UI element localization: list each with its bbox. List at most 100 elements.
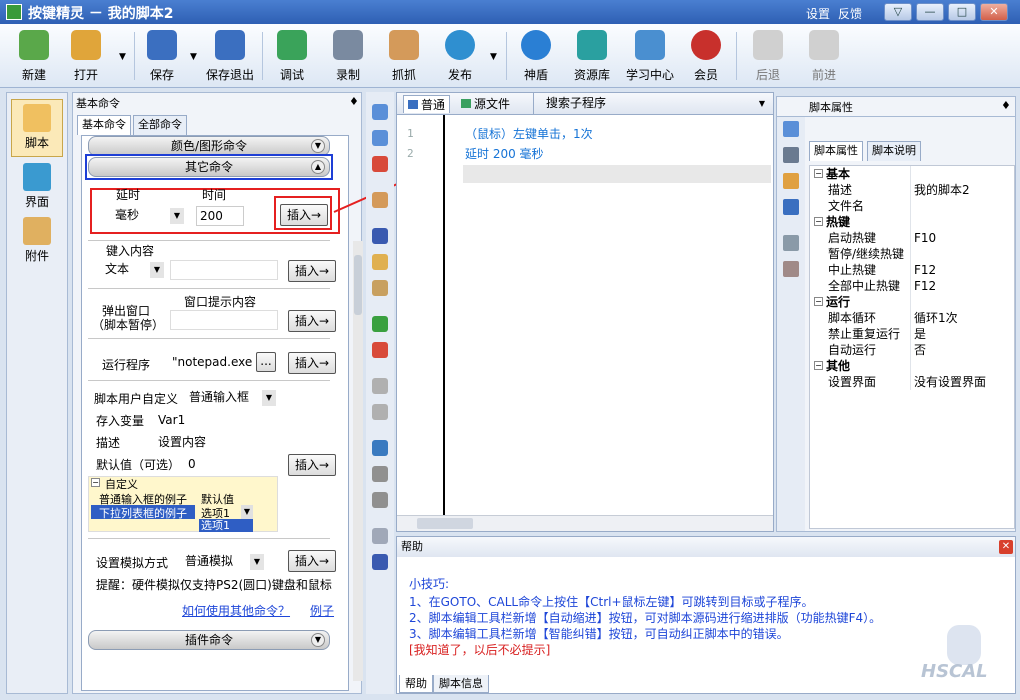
paste-icon[interactable] <box>372 280 388 296</box>
props-doc-icon[interactable] <box>783 121 799 137</box>
store-var-input[interactable]: Var1 <box>154 410 274 430</box>
toolbar-back-button[interactable]: 后退 <box>744 30 792 84</box>
group-plugin-commands[interactable]: 插件命令 ▼ <box>88 630 330 650</box>
prop-row[interactable]: 设置界面 没有设置界面 <box>810 374 1014 390</box>
tab-normal[interactable]: 普通 <box>403 95 451 113</box>
toolbar-open-button[interactable]: 打开 <box>62 30 110 84</box>
collapse-tree-icon[interactable]: − <box>814 217 823 226</box>
prop-category[interactable]: − 热键 <box>810 214 1014 230</box>
toolbar-save-exit-button[interactable]: 保存退出 <box>204 30 256 84</box>
pin-icon[interactable]: ♦ <box>349 95 359 108</box>
tab-script-desc[interactable]: 脚本说明 <box>867 141 921 161</box>
save-dropdown-icon[interactable]: ▼ <box>190 52 197 62</box>
comment-icon[interactable] <box>372 316 388 332</box>
redo-icon[interactable] <box>372 404 388 420</box>
replace-icon[interactable] <box>372 492 388 508</box>
scrollbar-thumb[interactable] <box>417 518 473 529</box>
command-panel-scrollbar[interactable] <box>353 241 363 681</box>
settings-link[interactable]: 设置 <box>806 5 830 22</box>
maximize-button[interactable]: □ <box>948 3 976 21</box>
collapse-tree-icon[interactable]: − <box>814 361 823 370</box>
scrollbar-thumb[interactable] <box>354 255 362 315</box>
prop-row[interactable]: 暂停/继续热键 <box>810 246 1014 262</box>
prop-row[interactable]: 自动运行否 <box>810 342 1014 358</box>
tab-source[interactable]: 源文件 <box>457 95 514 113</box>
feedback-link[interactable]: 反馈 <box>838 5 862 22</box>
tab-script-props[interactable]: 脚本属性 <box>809 141 863 161</box>
prop-category[interactable]: − 其他 <box>810 358 1014 374</box>
tab-script-info[interactable]: 脚本信息 <box>433 675 489 693</box>
run-program-insert-button[interactable]: 插入→ <box>288 352 336 374</box>
popup-insert-button[interactable]: 插入→ <box>288 310 336 332</box>
code-line[interactable]: 延时 200 毫秒 <box>465 145 544 162</box>
toolbar-grab-button[interactable]: 抓抓 <box>380 30 428 84</box>
desc-input[interactable]: 设置内容 <box>154 432 274 452</box>
view-icon[interactable] <box>372 554 388 570</box>
prop-row[interactable]: 启动热键 F10 <box>810 230 1014 246</box>
tab-basic-commands[interactable]: 基本命令 <box>77 115 131 135</box>
chevron-down-icon[interactable]: ▼ <box>241 505 253 519</box>
browse-button[interactable]: ... <box>256 352 276 372</box>
sim-select[interactable]: 普通模拟 ▼ <box>182 552 264 572</box>
props-bookmark-icon[interactable] <box>783 199 799 215</box>
copy-icon[interactable] <box>372 254 388 270</box>
prop-category[interactable]: − 运行 <box>810 294 1014 310</box>
toolbar-forward-button[interactable]: 前进 <box>800 30 848 84</box>
group-color-graphic[interactable]: 颜色/图形命令 ▼ <box>88 136 330 156</box>
key-input-insert-button[interactable]: 插入→ <box>288 260 336 282</box>
uncomment-icon[interactable] <box>372 342 388 358</box>
grab-hand-icon[interactable] <box>372 192 388 208</box>
collapse-tree-icon[interactable]: − <box>814 297 823 306</box>
code-line[interactable]: （鼠标）左键单击，1次 <box>465 125 593 142</box>
prop-row[interactable]: 描述 我的脚本2 <box>810 182 1014 198</box>
help-dismiss-link[interactable]: [我知道了，以后不必提示] <box>409 641 550 658</box>
toolbar-resource-library-button[interactable]: 资源库 <box>568 30 616 84</box>
toolbar-shield-button[interactable]: 神盾 <box>512 30 560 84</box>
collapse-tree-icon[interactable]: − <box>814 169 823 178</box>
tab-all-commands[interactable]: 全部命令 <box>133 115 187 135</box>
minimize-button[interactable]: — <box>916 3 944 21</box>
cut-icon[interactable] <box>372 228 388 244</box>
format-icon[interactable] <box>372 528 388 544</box>
props-remove-tool-icon[interactable] <box>783 261 799 277</box>
popup-content-input[interactable] <box>170 310 278 330</box>
toolbar-record-button[interactable]: 录制 <box>324 30 372 84</box>
group-other-commands[interactable]: 其它命令 ▲ <box>88 157 330 177</box>
delay-unit-select[interactable]: 毫秒 ▼ <box>112 206 184 226</box>
toolbar-new-button[interactable]: 新建 <box>10 30 58 84</box>
find-icon[interactable] <box>372 466 388 482</box>
props-save-icon[interactable] <box>783 147 799 163</box>
publish-dropdown-icon[interactable]: ▼ <box>490 52 497 62</box>
prop-category[interactable]: − 基本 <box>810 166 1014 182</box>
move-down-icon[interactable] <box>372 104 388 120</box>
sidebar-item-script[interactable]: 脚本 <box>11 99 63 157</box>
run-program-input[interactable]: "notepad.exe" <box>168 352 254 372</box>
toolbar-learning-center-button[interactable]: 学习中心 <box>624 30 676 84</box>
goto-icon[interactable] <box>372 440 388 456</box>
help-close-icon[interactable]: ✕ <box>999 540 1013 554</box>
prop-row[interactable]: 禁止重复运行是 <box>810 326 1014 342</box>
key-input-type-select[interactable]: 文本 ▼ <box>102 260 164 280</box>
prop-row[interactable]: 脚本循环 循环1次 <box>810 310 1014 326</box>
example-link[interactable]: 例子 <box>310 602 334 619</box>
editor-hscrollbar[interactable] <box>397 515 773 531</box>
howto-link[interactable]: 如何使用其他命令？ <box>182 602 290 619</box>
delay-insert-button[interactable]: 插入→ <box>280 204 328 226</box>
props-add-tool-icon[interactable] <box>783 235 799 251</box>
toolbar-debug-button[interactable]: 调试 <box>268 30 316 84</box>
prop-row[interactable]: 中止热键 F12 <box>810 262 1014 278</box>
tab-help[interactable]: 帮助 <box>399 675 433 693</box>
key-input-field[interactable] <box>170 260 278 280</box>
collapse-tree-icon[interactable]: − <box>91 478 100 487</box>
sub-search-select[interactable]: 搜索子程序 ▼ <box>543 94 769 114</box>
sim-insert-button[interactable]: 插入→ <box>288 550 336 572</box>
toolbar-publish-button[interactable]: 发布 <box>436 30 484 84</box>
props-palette-icon[interactable] <box>783 173 799 189</box>
undo-icon[interactable] <box>372 378 388 394</box>
custom-insert-button[interactable]: 插入→ <box>288 454 336 476</box>
delete-icon[interactable] <box>372 156 388 172</box>
default-input[interactable]: 0 <box>184 454 276 474</box>
prop-row[interactable]: 全部中止热键 F12 <box>810 278 1014 294</box>
menu-dropdown-button[interactable]: ▽ <box>884 3 912 21</box>
move-up-icon[interactable] <box>372 130 388 146</box>
